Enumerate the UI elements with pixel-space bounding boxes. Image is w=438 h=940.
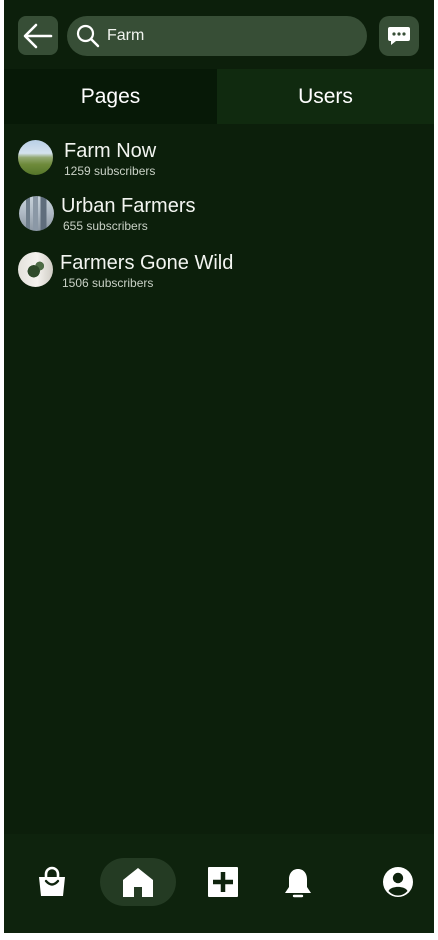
subscriber-count: 1506 subscribers — [62, 276, 154, 290]
top-bar — [4, 0, 434, 70]
subscriber-count: 655 subscribers — [63, 219, 148, 233]
bottom-nav — [4, 834, 434, 933]
nav-notifications[interactable] — [282, 866, 314, 902]
app-screen: Pages Users Farm Now 1259 subscribers Ur… — [4, 0, 434, 933]
shopping-bag-icon — [39, 866, 65, 896]
nav-shop[interactable] — [34, 864, 70, 900]
search-input[interactable] — [107, 16, 357, 56]
list-item[interactable]: Farm Now 1259 subscribers — [4, 138, 434, 190]
bell-icon — [285, 869, 311, 898]
back-button[interactable] — [18, 16, 58, 55]
result-name: Farmers Gone Wild — [60, 252, 234, 274]
result-name: Farm Now — [64, 140, 157, 162]
subscriber-count: 1259 subscribers — [64, 164, 156, 178]
avatar — [18, 140, 53, 175]
tab-users[interactable]: Users — [217, 69, 434, 124]
tab-bar: Pages Users — [4, 69, 434, 124]
nav-create[interactable] — [207, 866, 239, 898]
search-icon — [76, 24, 100, 48]
nav-profile[interactable] — [382, 866, 414, 898]
list-item[interactable]: Farmers Gone Wild 1506 subscribers — [4, 251, 434, 303]
home-icon — [123, 868, 153, 897]
result-name: Urban Farmers — [61, 195, 196, 217]
profile-icon — [383, 867, 413, 897]
list-item[interactable]: Urban Farmers 655 subscribers — [4, 194, 434, 246]
avatar — [18, 252, 53, 287]
search-field[interactable] — [67, 16, 367, 56]
chat-bubble-icon — [388, 27, 410, 45]
tab-pages[interactable]: Pages — [4, 69, 217, 124]
add-icon — [208, 867, 238, 897]
avatar — [19, 196, 54, 231]
messages-button[interactable] — [379, 16, 419, 56]
arrow-left-icon — [23, 23, 53, 48]
nav-home[interactable] — [100, 858, 176, 906]
